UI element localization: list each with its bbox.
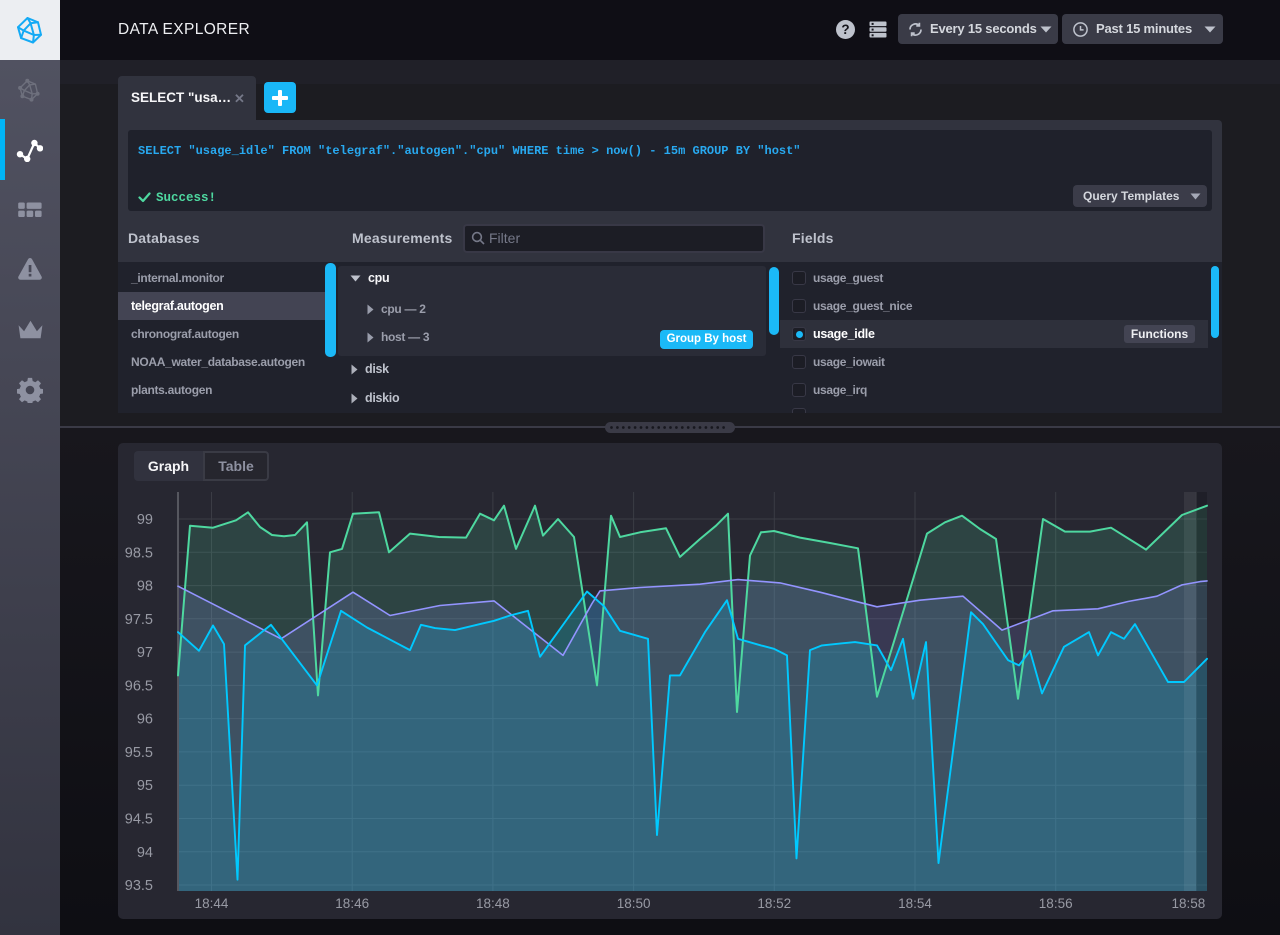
svg-text:18:54: 18:54 [898, 896, 932, 911]
svg-text:93.5: 93.5 [125, 878, 153, 894]
svg-text:95: 95 [137, 778, 153, 794]
svg-text:96.5: 96.5 [125, 678, 153, 694]
svg-text:98: 98 [137, 579, 153, 595]
svg-text:18:58: 18:58 [1172, 896, 1206, 911]
svg-text:18:50: 18:50 [617, 896, 651, 911]
svg-text:95.5: 95.5 [125, 745, 153, 761]
svg-text:97.5: 97.5 [125, 612, 153, 628]
svg-text:18:46: 18:46 [335, 896, 369, 911]
svg-text:97: 97 [137, 645, 153, 661]
svg-text:18:52: 18:52 [757, 896, 791, 911]
svg-text:18:44: 18:44 [195, 896, 229, 911]
svg-text:94: 94 [137, 845, 153, 861]
svg-text:18:48: 18:48 [476, 896, 510, 911]
svg-text:96: 96 [137, 712, 153, 728]
svg-text:94.5: 94.5 [125, 812, 153, 828]
svg-text:99: 99 [137, 512, 153, 528]
svg-text:98.5: 98.5 [125, 545, 153, 561]
svg-text:18:56: 18:56 [1039, 896, 1073, 911]
